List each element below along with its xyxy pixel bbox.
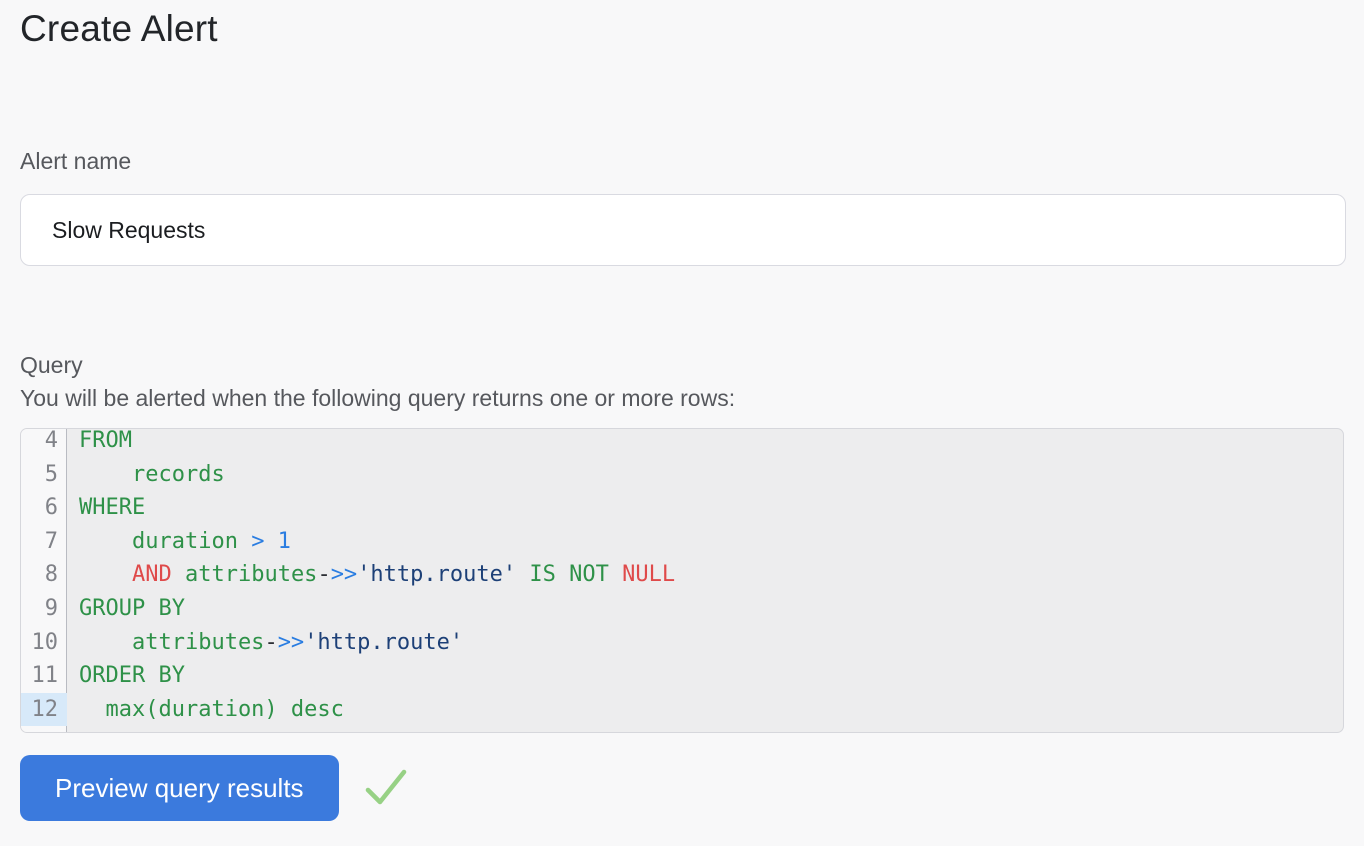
code-line: 5 records	[21, 458, 1343, 492]
code-line: 8 AND attributes->>'http.route' IS NOT N…	[21, 558, 1343, 592]
code-text[interactable]: FROM	[67, 428, 132, 458]
line-number: 9	[21, 592, 67, 626]
line-number: 5	[21, 458, 67, 492]
code-line: 9GROUP BY	[21, 592, 1343, 626]
code-line: 6WHERE	[21, 491, 1343, 525]
code-text[interactable]: attributes->>'http.route'	[67, 626, 463, 660]
line-number: 8	[21, 558, 67, 592]
preview-query-results-button[interactable]: Preview query results	[20, 755, 339, 821]
code-line: 12 max(duration) desc	[21, 693, 1343, 727]
create-alert-page: Create Alert Alert name Query You will b…	[0, 8, 1364, 821]
page-title: Create Alert	[20, 8, 1344, 50]
code-text[interactable]: GROUP BY	[67, 592, 185, 626]
query-description: You will be alerted when the following q…	[20, 385, 1344, 412]
code-line: 7 duration > 1	[21, 525, 1343, 559]
line-number: 11	[21, 659, 67, 693]
actions-row: Preview query results	[20, 755, 1344, 821]
line-number: 6	[21, 491, 67, 525]
code-line: 4FROM	[21, 428, 1343, 458]
code-text[interactable]: ORDER BY	[67, 659, 185, 693]
alert-name-input[interactable]	[20, 194, 1346, 266]
code-text[interactable]: WHERE	[67, 491, 145, 525]
code-text[interactable]: max(duration) desc	[67, 693, 344, 727]
line-number: 10	[21, 626, 67, 660]
line-number: 4	[21, 428, 67, 458]
line-number: 12	[21, 693, 67, 727]
sql-query-editor[interactable]: 4FROM5 records6WHERE7 duration > 18 AND …	[20, 428, 1344, 733]
query-label: Query	[20, 352, 1344, 379]
line-number: 7	[21, 525, 67, 559]
code-text[interactable]: duration > 1	[67, 525, 291, 559]
code-text[interactable]: AND attributes->>'http.route' IS NOT NUL…	[67, 558, 675, 592]
code-line: 10 attributes->>'http.route'	[21, 626, 1343, 660]
alert-name-label: Alert name	[20, 148, 1344, 175]
query-valid-checkmark-icon	[364, 767, 408, 809]
code-lines: 4FROM5 records6WHERE7 duration > 18 AND …	[21, 428, 1343, 726]
code-line: 11ORDER BY	[21, 659, 1343, 693]
code-text[interactable]: records	[67, 458, 225, 492]
